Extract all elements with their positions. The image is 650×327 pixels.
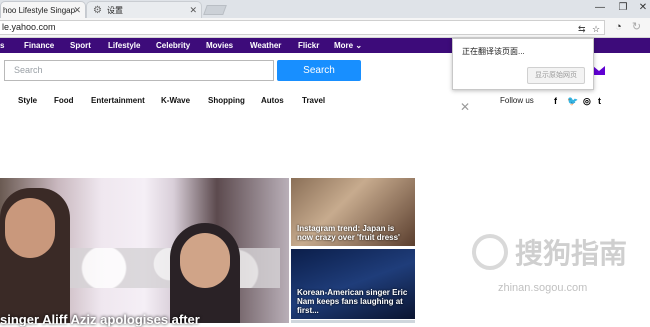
nav-item-celebrity[interactable]: Celebrity <box>156 38 190 53</box>
subnav-travel[interactable]: Travel <box>302 96 325 106</box>
hero-image[interactable] <box>0 178 289 323</box>
card-title: Instagram trend: Japan is now crazy over… <box>297 224 400 242</box>
restore-button[interactable]: ❐ <box>613 0 633 16</box>
extension-icon[interactable]: ◔ <box>611 20 626 35</box>
mail-icon[interactable] <box>593 66 605 75</box>
translate-popup: 正在翻译该页面... 显示原始网页 <box>452 38 594 90</box>
new-tab-button[interactable] <box>203 5 227 15</box>
subnav-autos[interactable]: Autos <box>261 96 284 106</box>
news-card[interactable]: Instagram trend: Japan is now crazy over… <box>291 178 415 246</box>
subnav-entertainment[interactable]: Entertainment <box>91 96 145 106</box>
subnav-style[interactable]: Style <box>18 96 37 106</box>
minimize-button[interactable]: — <box>590 0 610 16</box>
news-card[interactable]: Korean-American singer Eric Nam keeps fa… <box>291 249 415 319</box>
nav-item-more[interactable]: More ⌄ <box>334 38 362 53</box>
bookmark-star-icon[interactable]: ☆ <box>592 23 600 36</box>
nav-item-movies[interactable]: Movies <box>206 38 233 53</box>
search-input[interactable]: Search <box>4 60 274 81</box>
tab-title: hoo Lifestyle Singap <box>3 6 76 15</box>
close-tab-icon[interactable]: ✕ <box>189 2 197 18</box>
card-title: Korean-American singer Eric Nam keeps fa… <box>297 288 408 315</box>
tab-title: 设置 <box>107 6 123 15</box>
watermark-logo <box>472 234 508 270</box>
close-window-button[interactable]: ✕ <box>633 0 650 16</box>
tab-settings[interactable]: ⚙ 设置 ✕ <box>86 1 202 18</box>
nav-item-flickr[interactable]: Flickr <box>298 38 319 53</box>
translate-icon[interactable]: ⇆ <box>578 23 586 36</box>
subnav-shopping[interactable]: Shopping <box>208 96 245 106</box>
nav-item[interactable]: s <box>0 38 4 53</box>
nav-item-lifestyle[interactable]: Lifestyle <box>108 38 140 53</box>
follow-us-label: Follow us <box>500 96 534 105</box>
close-tab-icon[interactable]: ✕ <box>73 2 81 18</box>
tumblr-icon[interactable]: t <box>598 95 601 107</box>
instagram-icon[interactable]: ◎ <box>583 95 591 107</box>
twitter-icon[interactable]: 🐦 <box>567 95 578 107</box>
reload-icon[interactable]: ↻ <box>629 20 644 35</box>
facebook-icon[interactable]: f <box>554 95 557 107</box>
tab-strip: hoo Lifestyle Singap ✕ ⚙ 设置 ✕ — ❐ ✕ <box>0 0 650 18</box>
close-icon[interactable]: ✕ <box>460 100 470 114</box>
person-face <box>180 233 230 288</box>
watermark-text: 搜狗指南 <box>515 238 628 269</box>
url-text: le.yahoo.com <box>2 22 56 32</box>
gear-icon: ⚙ <box>93 5 102 16</box>
subnav-k-wave[interactable]: K-Wave <box>161 96 190 106</box>
subnav-food[interactable]: Food <box>54 96 74 106</box>
nav-item-weather[interactable]: Weather <box>250 38 281 53</box>
watermark-subtext: zhinan.sogou.com <box>498 282 588 294</box>
address-bar[interactable]: le.yahoo.com ⇆ ☆ <box>0 20 605 35</box>
hero-headline[interactable]: singer Aliff Aziz apologises after <box>0 313 289 327</box>
person-face <box>5 198 55 258</box>
translate-message: 正在翻译该页面... <box>462 47 525 56</box>
search-button[interactable]: Search <box>277 60 361 81</box>
browser-toolbar: le.yahoo.com ⇆ ☆ <box>0 18 650 38</box>
tab-yahoo-lifestyle[interactable]: hoo Lifestyle Singap ✕ <box>0 1 86 18</box>
nav-item-sport[interactable]: Sport <box>70 38 91 53</box>
nav-item-finance[interactable]: Finance <box>24 38 54 53</box>
show-original-button[interactable]: 显示原始网页 <box>527 67 585 84</box>
